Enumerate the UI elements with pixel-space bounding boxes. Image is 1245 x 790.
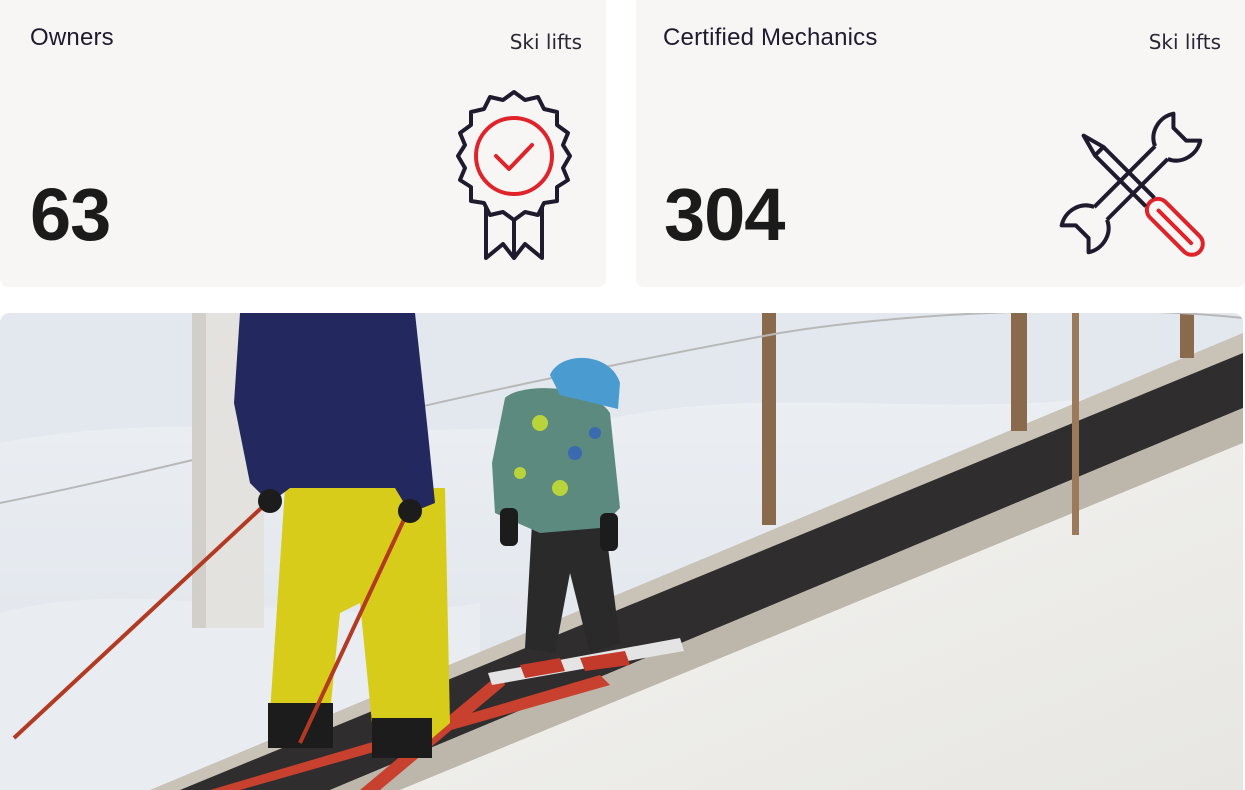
ski-lift-illustration	[0, 313, 1243, 790]
stat-number: 304	[664, 173, 785, 256]
card-title: Owners	[30, 24, 114, 51]
ski-lift-photo	[0, 313, 1243, 790]
owners-card: Owners Ski lifts 63	[0, 0, 606, 287]
award-badge-checkmark-icon	[456, 90, 572, 260]
wrench-screwdriver-icon	[1059, 111, 1205, 257]
card-tag: Ski lifts	[1148, 30, 1221, 54]
mechanics-card: Certified Mechanics Ski lifts 304	[636, 0, 1245, 287]
card-tag: Ski lifts	[509, 30, 582, 54]
stat-number: 63	[30, 173, 111, 256]
card-title: Certified Mechanics	[663, 24, 878, 51]
